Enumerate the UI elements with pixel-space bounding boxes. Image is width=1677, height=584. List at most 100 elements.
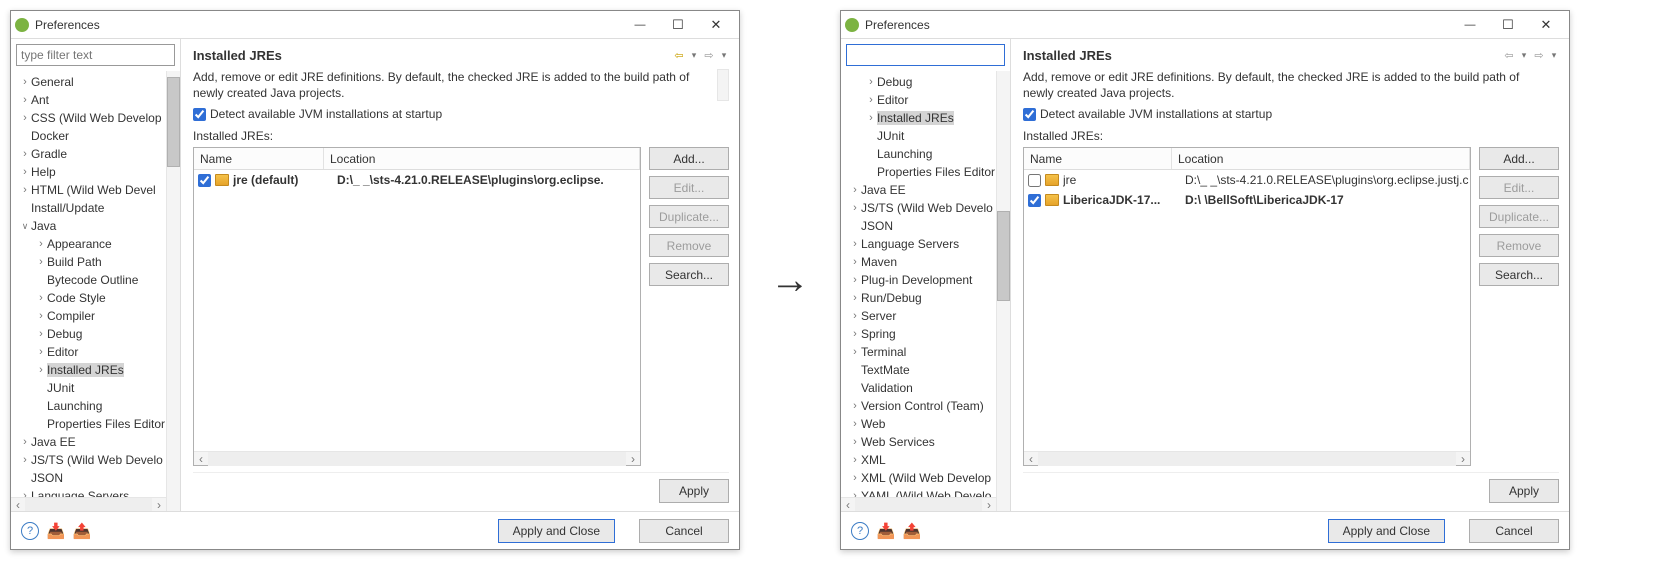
- tree-item[interactable]: Properties Files Editor: [11, 415, 180, 433]
- edit-button[interactable]: Edit...: [649, 176, 729, 199]
- jre-checkbox[interactable]: [198, 174, 211, 187]
- apply-close-button[interactable]: Apply and Close: [1328, 519, 1445, 543]
- tree-item[interactable]: Spring: [841, 325, 1010, 343]
- jre-checkbox[interactable]: [1028, 194, 1041, 207]
- tree-item[interactable]: Docker: [11, 127, 180, 145]
- edit-button[interactable]: Edit...: [1479, 176, 1559, 199]
- forward-menu-icon[interactable]: ▾: [719, 50, 729, 61]
- expand-icon[interactable]: [849, 346, 861, 358]
- expand-icon[interactable]: [849, 454, 861, 466]
- filter-input[interactable]: [16, 44, 175, 66]
- expand-icon[interactable]: [865, 94, 877, 106]
- tree-hscrollbar[interactable]: ‹›: [841, 497, 996, 511]
- tree-item[interactable]: Properties Files Editor: [841, 163, 1010, 181]
- tree-item[interactable]: Java EE: [841, 181, 1010, 199]
- detect-jvm-check[interactable]: [193, 108, 206, 121]
- expand-icon[interactable]: [19, 94, 31, 106]
- back-icon[interactable]: ⇦: [1501, 47, 1517, 63]
- help-icon[interactable]: ?: [851, 522, 869, 540]
- tree-item[interactable]: Web Services: [841, 433, 1010, 451]
- expand-icon[interactable]: [849, 472, 861, 484]
- apply-close-button[interactable]: Apply and Close: [498, 519, 615, 543]
- tree-item[interactable]: Installed JREs: [11, 361, 180, 379]
- jre-checkbox[interactable]: [1028, 174, 1041, 187]
- tree-item[interactable]: Installed JREs: [841, 109, 1010, 127]
- expand-icon[interactable]: [35, 256, 47, 268]
- expand-icon[interactable]: [849, 184, 861, 196]
- tree-item[interactable]: Compiler: [11, 307, 180, 325]
- expand-icon[interactable]: [19, 166, 31, 178]
- export-icon[interactable]: 📤: [903, 522, 921, 540]
- expand-icon[interactable]: [19, 184, 31, 196]
- minimize-button[interactable]: [1451, 11, 1489, 39]
- tree-item[interactable]: HTML (Wild Web Devel: [11, 181, 180, 199]
- desc-scrollbar[interactable]: [717, 69, 729, 101]
- tree-item[interactable]: JSON: [11, 469, 180, 487]
- forward-icon[interactable]: ⇨: [1531, 47, 1547, 63]
- tree-item[interactable]: Launching: [11, 397, 180, 415]
- close-button[interactable]: [1527, 11, 1565, 39]
- detect-jvm-checkbox[interactable]: Detect available JVM installations at st…: [193, 107, 729, 121]
- expand-icon[interactable]: [19, 221, 31, 232]
- expand-icon[interactable]: [849, 238, 861, 250]
- add-button[interactable]: Add...: [1479, 147, 1559, 170]
- expand-icon[interactable]: [849, 436, 861, 448]
- search-button[interactable]: Search...: [1479, 263, 1559, 286]
- detect-jvm-checkbox[interactable]: Detect available JVM installations at st…: [1023, 107, 1559, 121]
- tree-item[interactable]: CSS (Wild Web Develop: [11, 109, 180, 127]
- tree-item[interactable]: Run/Debug: [841, 289, 1010, 307]
- add-button[interactable]: Add...: [649, 147, 729, 170]
- duplicate-button[interactable]: Duplicate...: [1479, 205, 1559, 228]
- col-location[interactable]: Location: [324, 148, 640, 169]
- tree-item[interactable]: Maven: [841, 253, 1010, 271]
- tree-item[interactable]: Appearance: [11, 235, 180, 253]
- tree-item[interactable]: General: [11, 73, 180, 91]
- tree-item[interactable]: Editor: [11, 343, 180, 361]
- tree-item[interactable]: Bytecode Outline: [11, 271, 180, 289]
- tree-item[interactable]: Terminal: [841, 343, 1010, 361]
- table-row[interactable]: jreD:\_ _\sts-4.21.0.RELEASE\plugins\org…: [1024, 170, 1470, 190]
- back-menu-icon[interactable]: ▾: [689, 50, 699, 61]
- tree-item[interactable]: Help: [11, 163, 180, 181]
- maximize-button[interactable]: [1489, 11, 1527, 39]
- back-menu-icon[interactable]: ▾: [1519, 50, 1529, 61]
- tree-item[interactable]: Validation: [841, 379, 1010, 397]
- expand-icon[interactable]: [19, 76, 31, 88]
- expand-icon[interactable]: [849, 292, 861, 304]
- tree-item[interactable]: Install/Update: [11, 199, 180, 217]
- table-row[interactable]: jre (default)D:\_ _\sts-4.21.0.RELEASE\p…: [194, 170, 640, 190]
- search-button[interactable]: Search...: [649, 263, 729, 286]
- apply-button[interactable]: Apply: [659, 479, 729, 503]
- help-icon[interactable]: ?: [21, 522, 39, 540]
- tree-item[interactable]: JSON: [841, 217, 1010, 235]
- tree-item[interactable]: Language Servers: [841, 235, 1010, 253]
- col-location[interactable]: Location: [1172, 148, 1470, 169]
- close-button[interactable]: [697, 11, 735, 39]
- tree-item[interactable]: JS/TS (Wild Web Develo: [841, 199, 1010, 217]
- maximize-button[interactable]: [659, 11, 697, 39]
- expand-icon[interactable]: [35, 346, 47, 358]
- expand-icon[interactable]: [35, 238, 47, 250]
- expand-icon[interactable]: [849, 274, 861, 286]
- tree-scrollbar[interactable]: [166, 71, 180, 511]
- cancel-button[interactable]: Cancel: [639, 519, 729, 543]
- expand-icon[interactable]: [849, 202, 861, 214]
- expand-icon[interactable]: [35, 310, 47, 322]
- expand-icon[interactable]: [19, 148, 31, 160]
- tree-item[interactable]: Plug-in Development: [841, 271, 1010, 289]
- expand-icon[interactable]: [35, 292, 47, 304]
- expand-icon[interactable]: [849, 418, 861, 430]
- expand-icon[interactable]: [35, 364, 47, 376]
- tree-item[interactable]: Server: [841, 307, 1010, 325]
- detect-jvm-check[interactable]: [1023, 108, 1036, 121]
- tree-item[interactable]: TextMate: [841, 361, 1010, 379]
- tree-item[interactable]: Debug: [11, 325, 180, 343]
- expand-icon[interactable]: [849, 256, 861, 268]
- expand-icon[interactable]: [849, 400, 861, 412]
- tree[interactable]: DebugEditorInstalled JREsJUnitLaunchingP…: [841, 71, 1010, 511]
- expand-icon[interactable]: [865, 112, 877, 124]
- tree-item[interactable]: XML (Wild Web Develop: [841, 469, 1010, 487]
- tree-item[interactable]: Launching: [841, 145, 1010, 163]
- cancel-button[interactable]: Cancel: [1469, 519, 1559, 543]
- tree-item[interactable]: Build Path: [11, 253, 180, 271]
